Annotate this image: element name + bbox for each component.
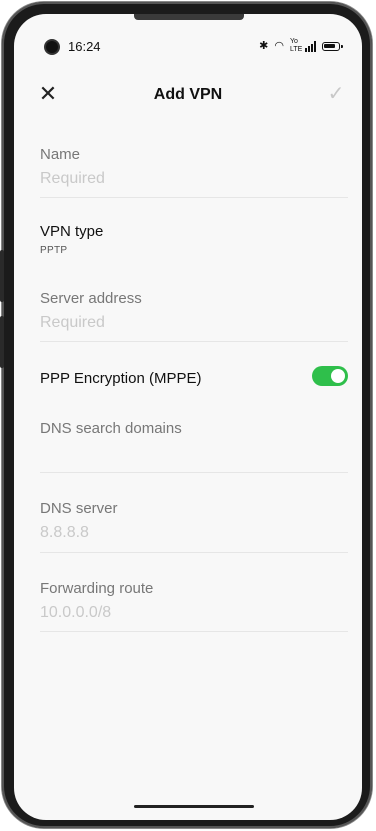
divider	[40, 341, 348, 342]
name-input[interactable]: Required	[40, 170, 348, 188]
divider	[40, 472, 348, 473]
server-address-input[interactable]: Required	[40, 314, 348, 332]
page-title: Add VPN	[153, 86, 223, 103]
forwarding-route-field[interactable]: Forwarding route 10.0.0.0/8	[40, 580, 348, 622]
signal-icon	[305, 40, 316, 52]
server-address-field[interactable]: Server address Required	[40, 290, 348, 332]
name-label: Name	[40, 146, 81, 163]
dns-search-domains-field[interactable]: DNS search domains	[40, 420, 348, 444]
dns-search-domains-label: DNS search domains	[40, 420, 182, 437]
volume-button	[0, 250, 4, 302]
forwarding-route-input[interactable]: 10.0.0.0/8	[40, 604, 348, 622]
power-button	[0, 316, 4, 368]
vpn-type-field[interactable]: VPN type PPTP	[40, 223, 348, 256]
divider	[40, 631, 348, 632]
vpn-type-label: VPN type	[40, 223, 104, 240]
check-icon[interactable]: ✓	[324, 82, 348, 106]
mppe-toggle[interactable]	[312, 366, 348, 386]
home-indicator[interactable]	[134, 805, 254, 808]
divider	[40, 552, 348, 553]
battery-icon	[322, 41, 343, 51]
name-field[interactable]: Name Required	[40, 146, 348, 188]
status-time: 16:24	[68, 39, 101, 54]
divider	[40, 197, 348, 198]
dns-server-input[interactable]: 8.8.8.8	[40, 524, 348, 542]
wifi-icon: ◠	[274, 40, 284, 52]
forwarding-route-label: Forwarding route	[40, 580, 154, 597]
dns-server-field[interactable]: DNS server 8.8.8.8	[40, 500, 348, 542]
vpn-type-value: PPTP	[40, 245, 68, 256]
bluetooth-icon: ✱	[259, 40, 269, 52]
header: ✕ Add VPN ✓	[14, 74, 362, 114]
camera-icon	[46, 41, 58, 53]
dns-server-label: DNS server	[40, 500, 118, 517]
volte-icon: Yo LTE	[290, 38, 303, 53]
screen: 16:24 ✱ ◠ Yo LTE ✕ Add VPN ✓ Name Requir…	[14, 14, 362, 820]
status-bar: 16:24 ✱ ◠ Yo LTE	[14, 14, 362, 58]
mppe-label: PPP Encryption (MPPE)	[40, 370, 202, 387]
status-icons: ✱ ◠ Yo LTE	[259, 38, 343, 54]
server-address-label: Server address	[40, 290, 142, 307]
mppe-row[interactable]: PPP Encryption (MPPE)	[40, 366, 348, 387]
